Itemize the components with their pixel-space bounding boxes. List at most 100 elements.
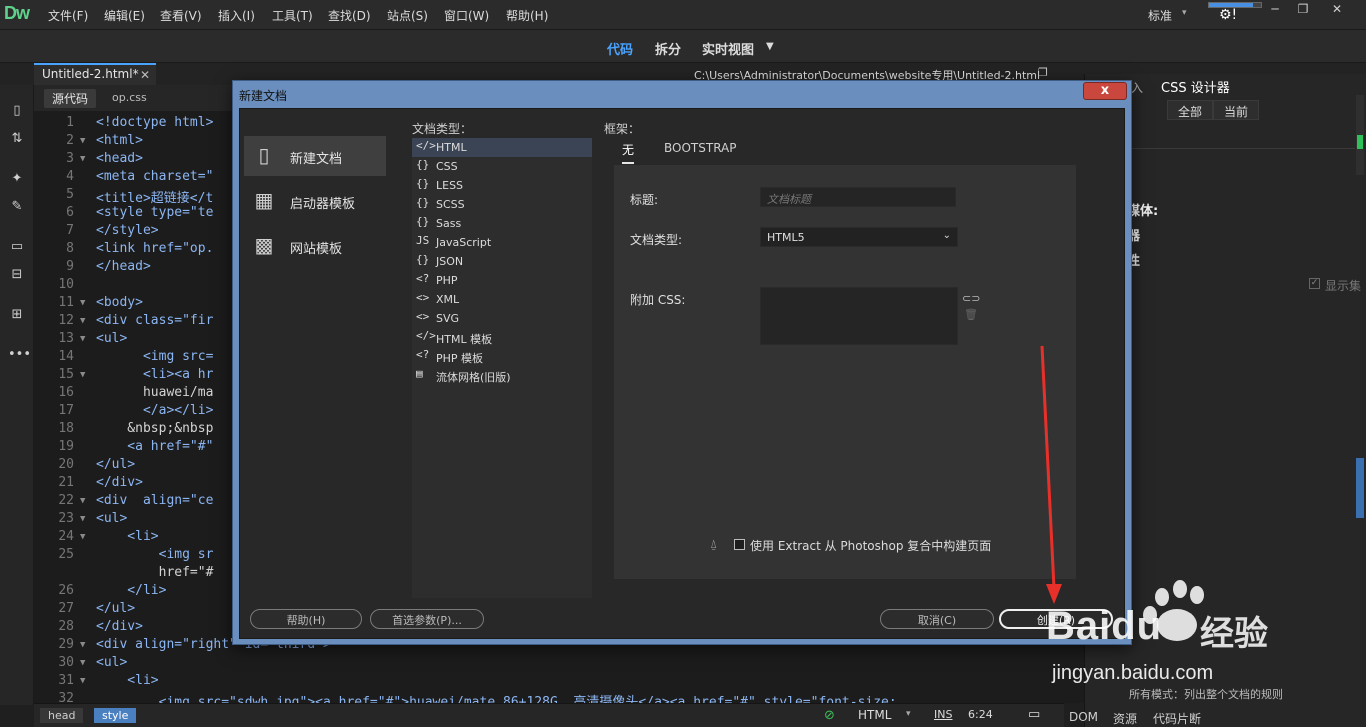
code-line[interactable]: 30 ▼ <ul>	[34, 655, 1074, 673]
doc-type-item[interactable]: {} JSON	[412, 252, 592, 271]
live-view-button[interactable]: 实时视图	[702, 39, 754, 58]
doc-type-item[interactable]: {} LESS	[412, 176, 592, 195]
doc-type-item[interactable]: {} CSS	[412, 157, 592, 176]
doc-type-item[interactable]: <> XML	[412, 290, 592, 309]
close-icon[interactable]: ✕	[140, 68, 150, 82]
fold-icon[interactable]: ▼	[80, 496, 85, 506]
doc-type-item[interactable]: <? PHP 模板	[412, 347, 592, 366]
gear-icon[interactable]: ⚙!	[1219, 7, 1237, 23]
sort-icon[interactable]: ⇅	[8, 131, 26, 149]
fold-icon[interactable]: ▼	[80, 370, 85, 380]
insert-mode[interactable]: INS	[934, 708, 952, 721]
menu-find[interactable]: 查找(D)	[328, 7, 371, 24]
insert-panel-tab[interactable]: 入	[1131, 79, 1143, 96]
doc-type-item[interactable]: JS JavaScript	[412, 233, 592, 252]
category-starter-templates[interactable]: ▦ 启动器模板	[244, 181, 386, 221]
dom-tab[interactable]: DOM	[1069, 710, 1098, 724]
related-file-tab[interactable]: op.css	[112, 91, 147, 104]
restore-icon[interactable]: ❐	[1290, 2, 1316, 20]
menu-site[interactable]: 站点(S)	[387, 7, 428, 24]
code-text: </li>	[96, 583, 167, 598]
framework-tab-none[interactable]: 无	[622, 141, 635, 164]
menu-tools[interactable]: 工具(T)	[272, 7, 313, 24]
breadcrumb-head[interactable]: head	[40, 708, 84, 723]
cancel-button[interactable]: 取消(C)	[880, 609, 994, 629]
fold-icon[interactable]: ▼	[80, 154, 85, 164]
show-set-checkbox[interactable]: ✓	[1309, 278, 1320, 289]
category-new-document[interactable]: ▯ 新建文档	[244, 136, 386, 176]
current-button[interactable]: 当前	[1213, 100, 1259, 120]
file-icon[interactable]: ▯	[8, 103, 26, 121]
doc-type-label: LESS	[436, 179, 464, 192]
restore-icon[interactable]: ❐	[1038, 66, 1048, 79]
document-icon: ▯	[258, 143, 270, 167]
scrollbar-indicator[interactable]	[1356, 458, 1364, 518]
chevron-down-icon[interactable]: ▼	[766, 41, 774, 52]
menu-view[interactable]: 查看(V)	[160, 7, 202, 24]
wand-icon[interactable]: ✦	[8, 171, 26, 189]
code-view-button[interactable]: 代码	[607, 39, 633, 58]
fold-icon[interactable]: ▼	[80, 532, 85, 542]
trash-icon[interactable]: 🗑	[964, 308, 978, 321]
screen-icon[interactable]: ▭	[1028, 707, 1040, 722]
structure-icon[interactable]: ⊞	[8, 307, 26, 325]
category-site-templates[interactable]: ▩ 网站模板	[244, 226, 386, 266]
menu-window[interactable]: 窗口(W)	[444, 7, 489, 24]
workspace-switcher[interactable]: 标准	[1148, 7, 1172, 24]
split-view-button[interactable]: 拆分	[655, 39, 681, 58]
title-input[interactable]: 文档标题	[760, 187, 956, 207]
fold-icon[interactable]: ▼	[80, 676, 85, 686]
code-format-icon[interactable]: ⊟	[8, 267, 26, 285]
menu-insert[interactable]: 插入(I)	[218, 7, 255, 24]
doc-type-item[interactable]: </> HTML 模板	[412, 328, 592, 347]
source-code-tab[interactable]: 源代码	[44, 89, 97, 108]
fold-icon[interactable]: ▼	[80, 136, 85, 146]
panel-scrollbar[interactable]	[1356, 95, 1364, 175]
menu-edit[interactable]: 编辑(E)	[104, 7, 145, 24]
line-number: 8	[66, 241, 74, 256]
doc-type-item[interactable]: <> SVG	[412, 309, 592, 328]
chevron-down-icon[interactable]: ▾	[906, 709, 911, 719]
attach-css-list[interactable]	[760, 287, 958, 345]
doc-type-item[interactable]: </> HTML	[412, 138, 592, 157]
doctype-select[interactable]: HTML5 ⌄	[760, 227, 958, 247]
scroll-thumb[interactable]	[1357, 135, 1363, 149]
close-icon[interactable]: ✕	[1324, 2, 1350, 20]
fold-icon[interactable]: ▼	[80, 334, 85, 344]
doc-type-item[interactable]: {} SCSS	[412, 195, 592, 214]
fold-icon[interactable]: ▼	[80, 316, 85, 326]
menu-help[interactable]: 帮助(H)	[506, 7, 548, 24]
assets-tab[interactable]: 资源	[1113, 710, 1137, 727]
fold-icon[interactable]: ▼	[80, 298, 85, 308]
css-designer-tab[interactable]: CSS 设计器	[1161, 77, 1230, 96]
line-number: 14	[58, 349, 74, 364]
snippets-tab[interactable]: 代码片断	[1153, 710, 1201, 727]
framework-panel: 标题: 文档标题 文档类型: HTML5 ⌄ 附加 CSS: ⊂⊃ 🗑 ⍙ 使用…	[614, 165, 1076, 579]
watermark-product: 经验	[1200, 614, 1268, 654]
all-button[interactable]: 全部	[1167, 100, 1213, 120]
help-button[interactable]: 帮助(H)	[250, 609, 362, 629]
close-icon[interactable]: x	[1083, 82, 1127, 100]
templates-icon: ▦	[254, 188, 274, 212]
extract-checkbox[interactable]	[734, 539, 745, 550]
line-number: 17	[58, 403, 74, 418]
menu-file[interactable]: 文件(F)	[48, 7, 88, 24]
doc-type-item[interactable]: <? PHP	[412, 271, 592, 290]
doc-type-item[interactable]: ▤ 流体网格(旧版)	[412, 366, 592, 385]
fold-icon[interactable]: ▼	[80, 514, 85, 524]
breadcrumb-style[interactable]: style	[94, 708, 137, 723]
fold-icon[interactable]: ▼	[80, 658, 85, 668]
chevron-down-icon[interactable]: ▾	[1182, 8, 1187, 18]
code-line[interactable]: 31 ▼ <li>	[34, 673, 1074, 691]
fold-icon[interactable]: ▼	[80, 640, 85, 650]
preferences-button[interactable]: 首选参数(P)...	[370, 609, 484, 629]
brush-icon[interactable]: ✎	[8, 199, 26, 217]
link-icon[interactable]: ⊂⊃	[962, 292, 980, 305]
document-tab[interactable]: Untitled-2.html* ✕	[34, 63, 156, 85]
language-select[interactable]: HTML	[858, 708, 891, 722]
framework-tab-bootstrap[interactable]: BOOTSTRAP	[664, 141, 737, 155]
comment-icon[interactable]: ▭	[8, 239, 26, 257]
minimize-icon[interactable]: ─	[1262, 2, 1288, 20]
more-icon[interactable]: •••	[8, 347, 31, 365]
doc-type-item[interactable]: {} Sass	[412, 214, 592, 233]
